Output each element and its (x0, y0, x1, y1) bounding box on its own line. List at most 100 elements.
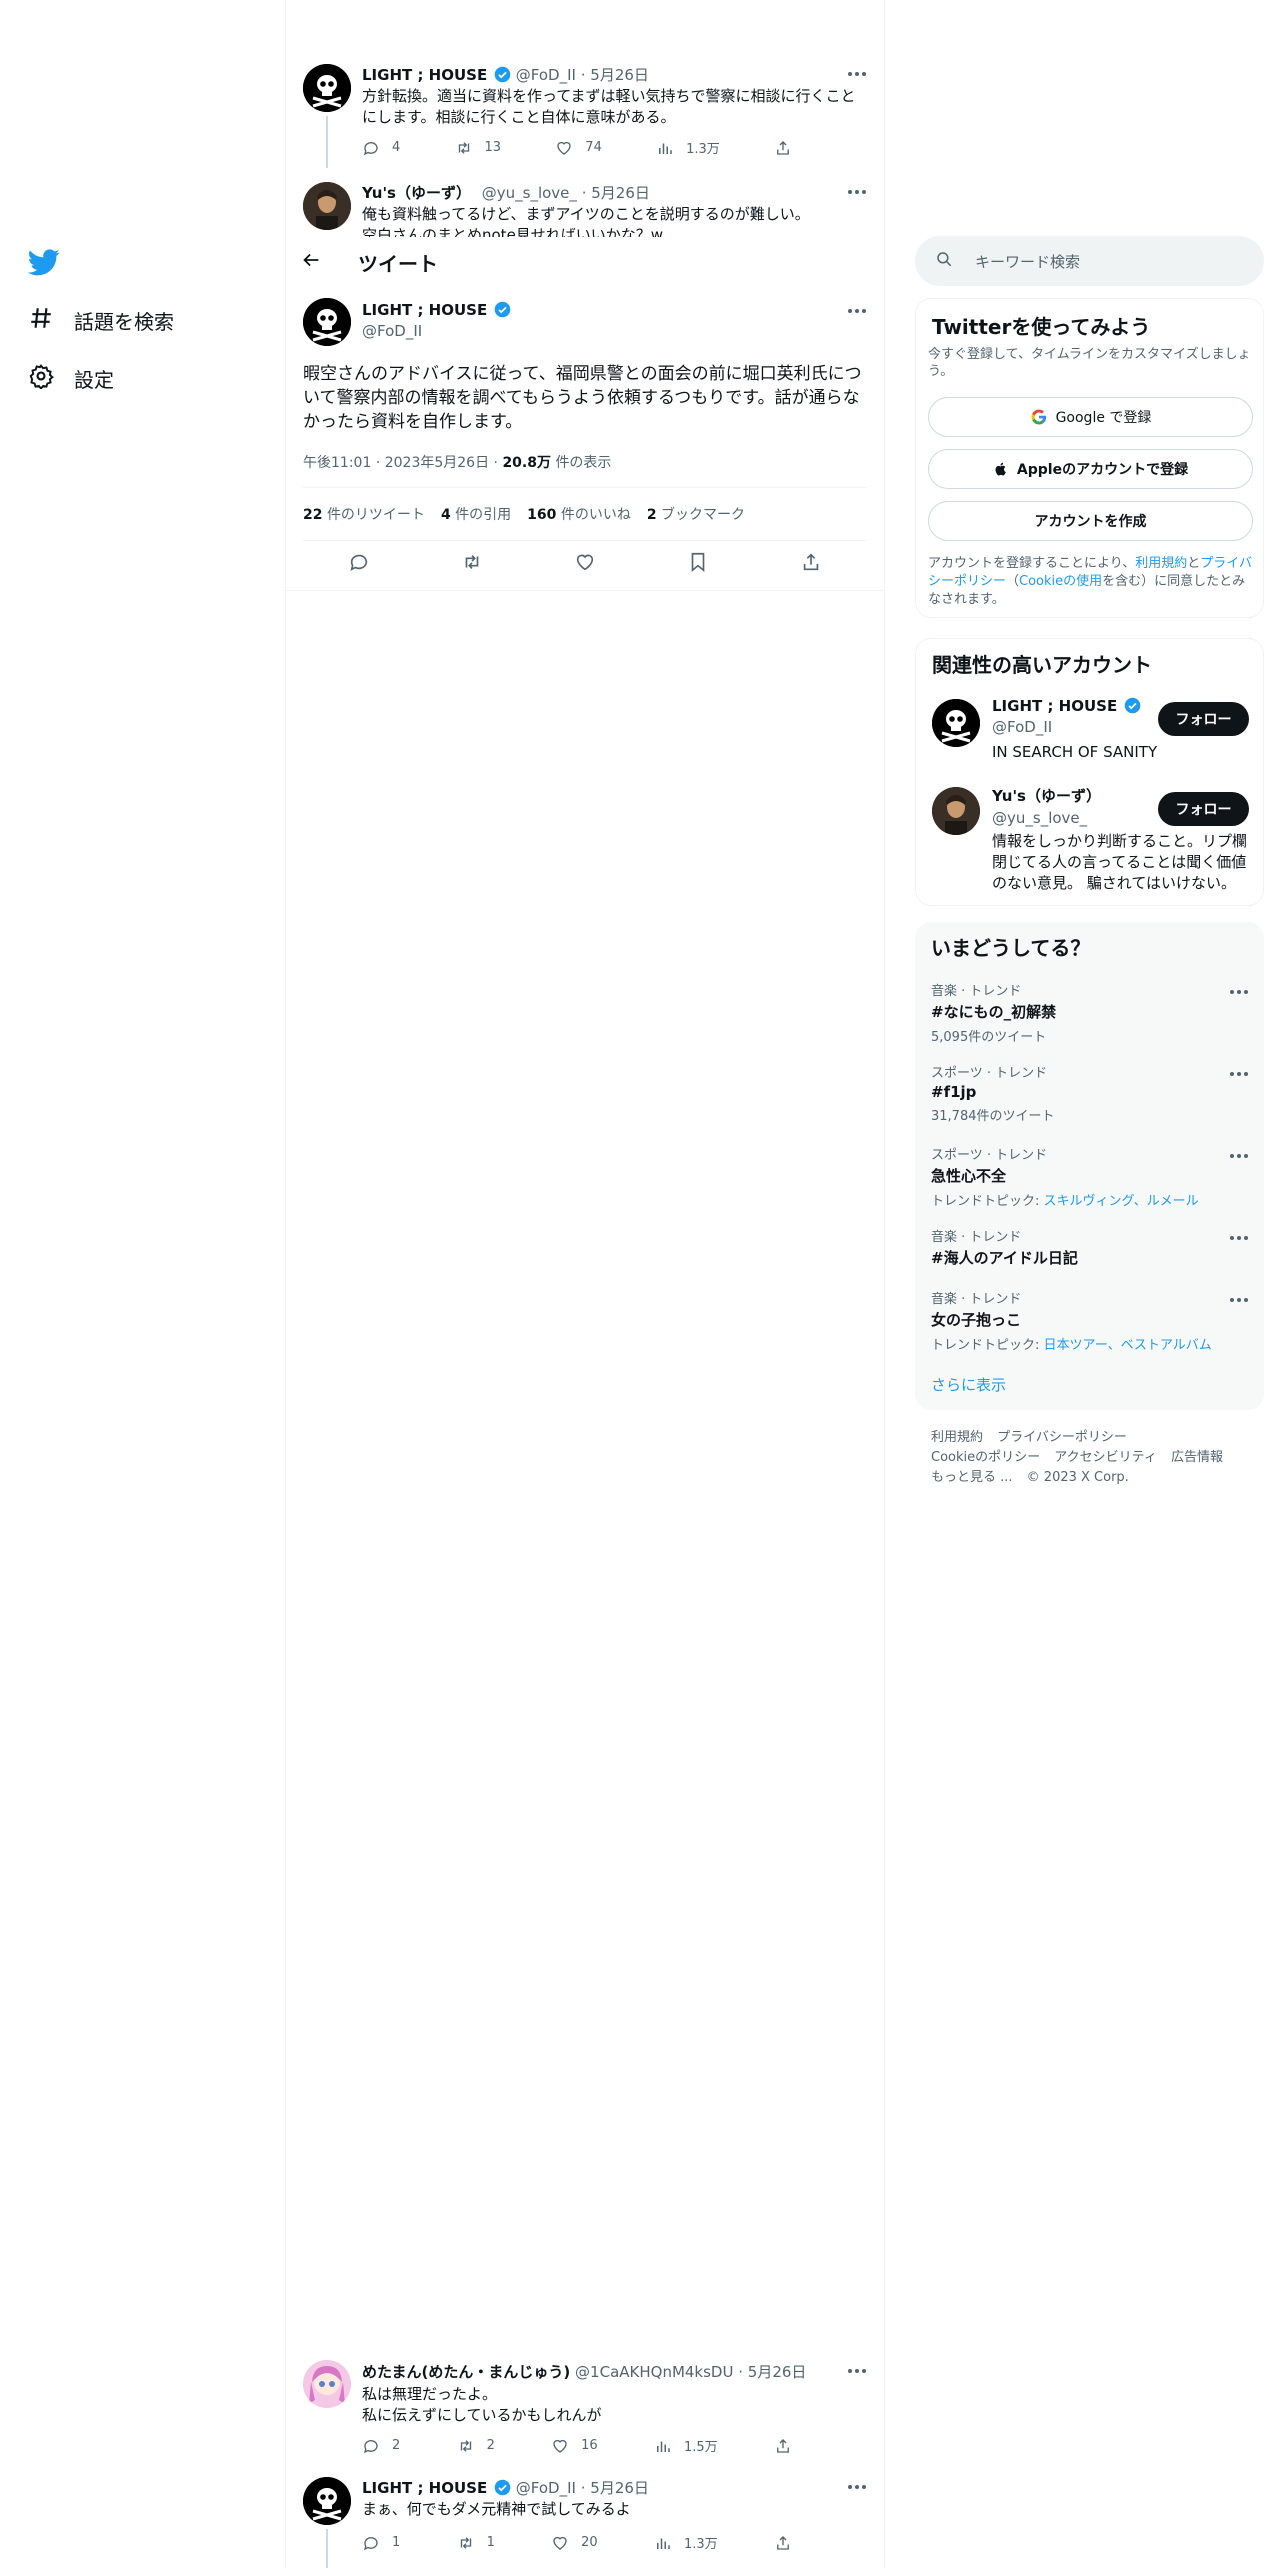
handle[interactable]: @1CaAKHQnM4ksDU (575, 2363, 733, 2381)
account-handle[interactable]: @FoD_II (992, 718, 1152, 736)
bookmark-icon[interactable] (687, 551, 709, 577)
verified-badge-icon (494, 66, 511, 83)
share-button[interactable] (774, 138, 792, 157)
tweet-time[interactable]: 午後11:01 (303, 455, 371, 471)
avatar[interactable] (932, 699, 980, 747)
avatar[interactable] (303, 182, 351, 230)
timestamp[interactable]: · 5月26日 (738, 2363, 806, 2381)
skull-icon (932, 699, 980, 747)
trend-item[interactable]: 音楽 · トレンド 女の子抱っこ トレンドトピック: 日本ツアー、ベストアルバム (931, 1288, 1251, 1353)
retweet-button[interactable]: 13 (455, 138, 501, 157)
trend-item[interactable]: スポーツ · トレンド #f1jp 31,784件のツイート (931, 1062, 1251, 1124)
retweet-icon[interactable] (461, 551, 483, 577)
more-icon[interactable] (1225, 1146, 1253, 1166)
nav-item-explore[interactable]: 話題を検索 (28, 305, 174, 335)
skull-icon (303, 2477, 351, 2525)
more-icon[interactable] (1225, 1228, 1253, 1248)
trend-item[interactable]: 音楽 · トレンド #なにもの_初解禁 5,095件のツイート (931, 980, 1251, 1045)
timestamp[interactable]: · 5月26日 (581, 66, 649, 84)
handle[interactable]: @yu_s_love_ (482, 184, 577, 202)
more-icon[interactable] (843, 64, 871, 84)
more-icon[interactable] (843, 182, 871, 202)
avatar[interactable] (303, 2477, 351, 2525)
footer-link[interactable]: Cookieのポリシー (931, 1450, 1040, 1465)
display-name[interactable]: Yu's（ゆーず） (362, 184, 471, 202)
twitter-logo-icon[interactable] (27, 246, 64, 278)
reply-icon[interactable] (348, 551, 370, 577)
share-button[interactable] (774, 2436, 792, 2455)
account-name[interactable]: LIGHT ; HOUSE (992, 697, 1117, 715)
create-account-button[interactable]: アカウントを作成 (928, 501, 1253, 541)
trend-item[interactable]: 音楽 · トレンド #海人のアイドル日記 (931, 1226, 1251, 1268)
google-signup-button[interactable]: Google で登録 (928, 397, 1253, 437)
share-button[interactable] (774, 2533, 792, 2552)
display-name[interactable]: LIGHT ; HOUSE (362, 66, 487, 84)
related-accounts-card: 関連性の高いアカウント LIGHT ; HOUSE @FoD_II フォロー I… (915, 638, 1264, 906)
retweet-button[interactable]: 1 (457, 2533, 495, 2552)
copyright: © 2023 X Corp. (1026, 1470, 1129, 1485)
retweet-button[interactable]: 2 (457, 2436, 495, 2455)
share-icon[interactable] (800, 551, 822, 577)
footer-link[interactable]: 広告情報 (1171, 1450, 1223, 1465)
like-count: 16 (581, 2438, 598, 2453)
more-icon[interactable] (1225, 1290, 1253, 1310)
trend-topic-link[interactable]: 日本ツアー、ベストアルバム (1044, 1338, 1212, 1353)
apple-signup-button[interactable]: Appleのアカウントで登録 (928, 449, 1253, 489)
avatar[interactable] (303, 2360, 351, 2408)
trend-name: #海人のアイドル日記 (931, 1249, 1078, 1267)
display-name[interactable]: LIGHT ; HOUSE (362, 2479, 487, 2497)
footer-link[interactable]: プライバシーポリシー (997, 1430, 1127, 1445)
tweet-date[interactable]: 2023年5月26日 (385, 455, 489, 471)
avatar[interactable] (932, 787, 980, 835)
display-name[interactable]: LIGHT ; HOUSE (362, 301, 487, 319)
views-button[interactable]: 1.3万 (656, 138, 720, 157)
heart-icon[interactable] (574, 551, 596, 577)
like-button[interactable]: 74 (555, 138, 602, 157)
reply-icon (363, 2536, 378, 2550)
nav-item-settings[interactable]: 設定 (28, 363, 114, 393)
reply-button[interactable]: 2 (362, 2436, 400, 2455)
retweet-icon (460, 2439, 471, 2452)
like-button[interactable]: 16 (551, 2436, 598, 2455)
more-icon[interactable] (843, 301, 871, 321)
footer-link[interactable]: アクセシビリティ (1054, 1450, 1157, 1465)
search-bar[interactable]: キーワード検索 (915, 236, 1264, 286)
stat-retweets[interactable]: 22 件のリツイート (303, 504, 425, 524)
more-icon[interactable] (1225, 982, 1253, 1002)
author-block: LIGHT ; HOUSE @FoD_II (362, 301, 511, 340)
timestamp[interactable]: · 5月26日 (582, 184, 650, 202)
timestamp[interactable]: · 5月26日 (581, 2479, 649, 2497)
handle[interactable]: @FoD_II (362, 322, 511, 340)
account-name[interactable]: Yu's（ゆーず） (992, 787, 1101, 805)
handle[interactable]: @FoD_II (516, 2479, 576, 2497)
stat-likes[interactable]: 160 件のいいね (527, 504, 631, 524)
reply-button[interactable]: 1 (362, 2533, 400, 2552)
handle[interactable]: @FoD_II (516, 66, 576, 84)
footer-link[interactable]: 利用規約 (931, 1430, 983, 1445)
footer-more-link[interactable]: もっと見る ... (931, 1470, 1013, 1485)
avatar[interactable] (303, 298, 351, 346)
trend-topic-link[interactable]: スキルヴィング、ルメール (1044, 1194, 1199, 1209)
views-button[interactable]: 1.5万 (654, 2436, 718, 2455)
display-name[interactable]: めたまん(めたん・まんじゅう) (362, 2363, 570, 2381)
more-icon[interactable] (1225, 1064, 1253, 1084)
terms-link[interactable]: 利用規約 (1135, 556, 1187, 571)
avatar[interactable] (303, 64, 351, 112)
account-handle[interactable]: @yu_s_love_ (992, 809, 1152, 827)
reply-button[interactable]: 4 (362, 138, 400, 157)
more-icon[interactable] (843, 2477, 871, 2497)
like-button[interactable]: 20 (551, 2533, 598, 2552)
tweet-text: 私は無理だったよ。 私に伝えずにしているかもしれんが (362, 2384, 602, 2426)
cookie-link[interactable]: Cookieの使用 (1019, 574, 1102, 589)
follow-button[interactable]: フォロー (1158, 792, 1249, 826)
stat-quotes[interactable]: 4 件の引用 (441, 504, 511, 524)
back-arrow-icon[interactable] (300, 249, 326, 275)
search-input[interactable]: キーワード検索 (975, 251, 1080, 272)
follow-button[interactable]: フォロー (1158, 702, 1249, 736)
stat-bookmarks[interactable]: 2 ブックマーク (647, 504, 745, 524)
more-icon[interactable] (843, 2361, 871, 2381)
trend-item[interactable]: スポーツ · トレンド 急性心不全 トレンドトピック: スキルヴィング、ルメール (931, 1144, 1251, 1209)
show-more-link[interactable]: さらに表示 (931, 1374, 1006, 1395)
views-button[interactable]: 1.3万 (654, 2533, 718, 2552)
tweet-text-line: 私は無理だったよ。 (362, 2385, 498, 2403)
